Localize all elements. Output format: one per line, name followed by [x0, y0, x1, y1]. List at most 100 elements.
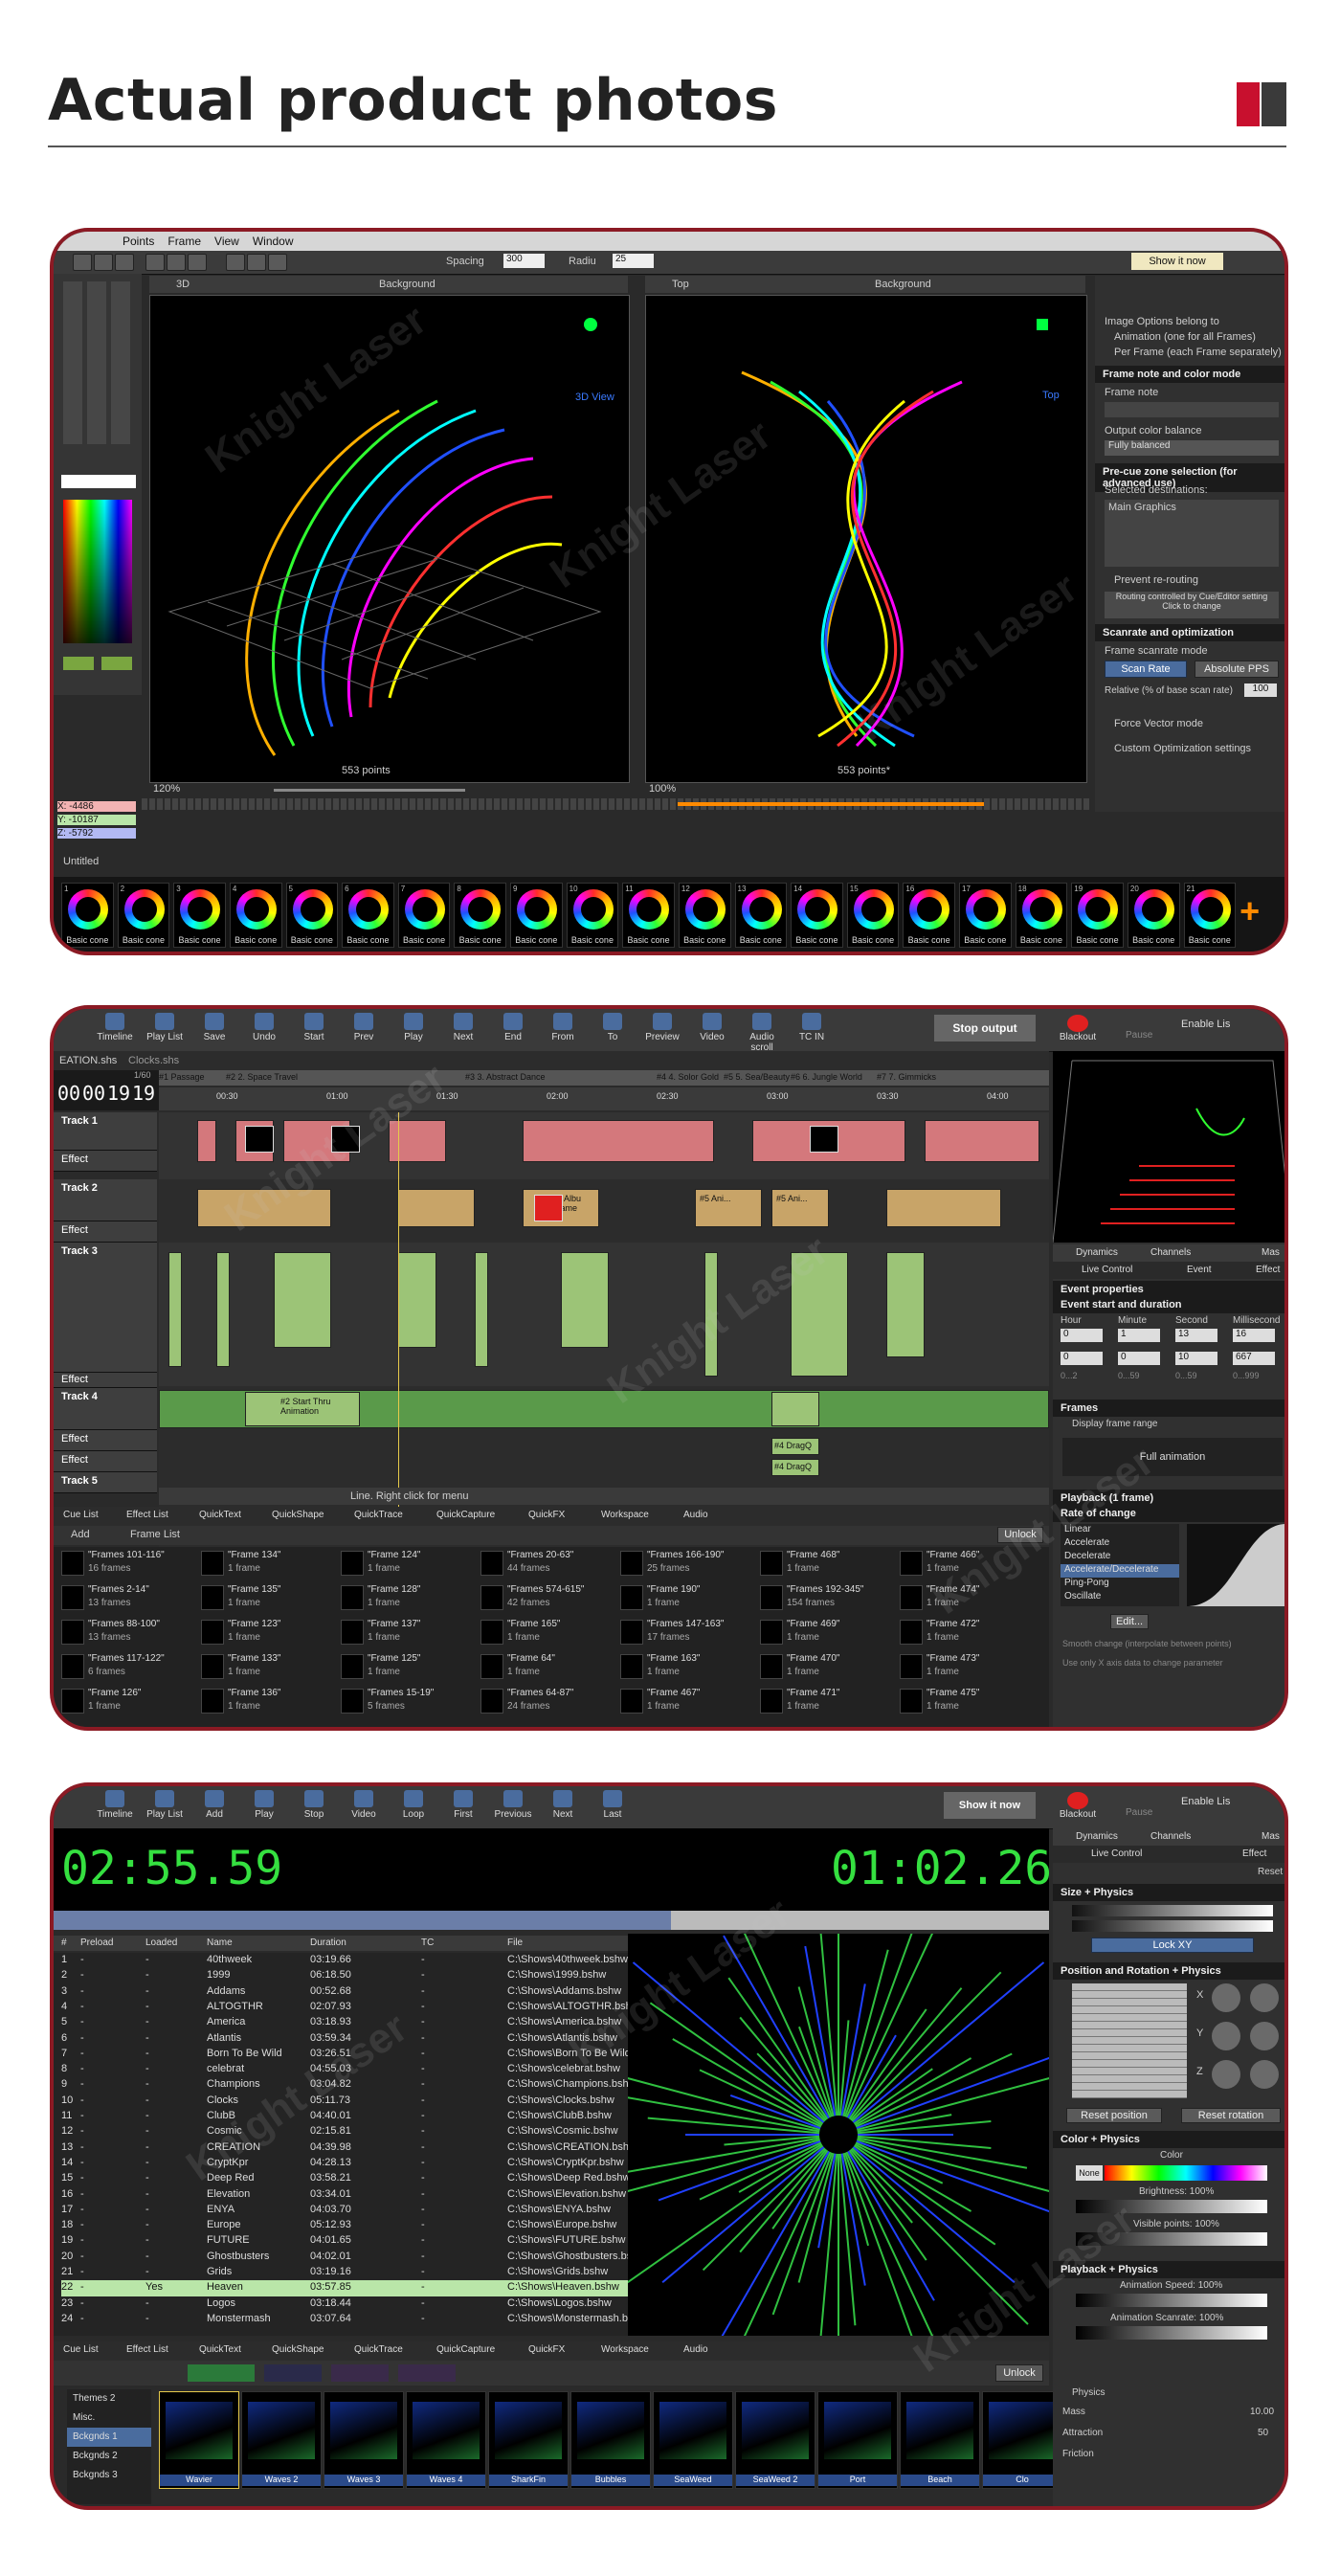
tab-quickshape[interactable]: QuickShape: [272, 1510, 324, 1520]
table-row[interactable]: 16- - Elevation 03:34.01- C:\Shows\Elevation…: [61, 2187, 636, 2203]
cue-item[interactable]: "Frame 467" 1 frame: [620, 1687, 754, 1715]
frame-note-input[interactable]: [1105, 402, 1279, 417]
timeline-marker[interactable]: #3 3. Abstract Dance: [465, 1072, 546, 1082]
cue-item[interactable]: "Frame 134" 1 frame: [201, 1549, 335, 1578]
clip[interactable]: #4 DragQ: [771, 1459, 819, 1476]
unlock-button[interactable]: Unlock: [995, 2364, 1043, 2382]
workspace-thumbnail[interactable]: Bubbles: [570, 2391, 651, 2489]
unlock-button[interactable]: Unlock: [997, 1527, 1043, 1543]
frame-list-button[interactable]: Frame List: [130, 1529, 180, 1540]
table-row[interactable]: 20- - Ghostbusters 04:02.01- C:\Shows\Ghostb…: [61, 2250, 645, 2265]
toolbar-button[interactable]: Play List: [142, 1788, 188, 1826]
cue-item[interactable]: "Frames 117-122" 6 frames: [61, 1652, 195, 1681]
animation-scanrate-slider[interactable]: [1076, 2326, 1267, 2340]
rotation-y2-knob[interactable]: [1250, 2022, 1279, 2050]
toolbar-button[interactable]: Next: [440, 1011, 486, 1049]
column-header[interactable]: #: [61, 1938, 67, 1948]
clip[interactable]: [886, 1252, 925, 1357]
toolbar-button[interactable]: First: [440, 1788, 486, 1826]
column-header[interactable]: Loaded: [145, 1938, 177, 1948]
event-duration-input[interactable]: 0: [1061, 1352, 1103, 1365]
toolbar-button[interactable]: Timeline: [92, 1788, 138, 1826]
curve-tool-icon[interactable]: [268, 254, 287, 271]
blackout-button[interactable]: Blackout: [1059, 1015, 1097, 1043]
frame-thumbnail[interactable]: 4 Basic cone: [229, 883, 282, 948]
table-row[interactable]: 5- - America 03:18.93- C:\Shows\America.bshw: [61, 2015, 636, 2030]
force-vector-checkbox[interactable]: Force Vector mode: [1114, 718, 1203, 729]
tab-master[interactable]: Mas: [1262, 1247, 1280, 1258]
rate-option[interactable]: Oscillate: [1061, 1591, 1179, 1604]
destination-main-graphics[interactable]: Main Graphics: [1105, 500, 1279, 515]
frame-thumbnail[interactable]: 18 Basic cone: [1015, 883, 1068, 948]
table-row[interactable]: 7- - Born To Be Wild 03:26.51- C:\Shows\Born…: [61, 2047, 651, 2062]
tab-creation[interactable]: EATION.shs: [59, 1055, 117, 1066]
color-none-button[interactable]: None: [1076, 2165, 1103, 2181]
tab-cue-list[interactable]: Cue List: [63, 1510, 99, 1520]
track-3-header[interactable]: Track 3: [54, 1243, 157, 1373]
reset-button[interactable]: Reset: [1258, 1867, 1283, 1877]
toolbar-button[interactable]: Timeline: [92, 1011, 138, 1049]
toolbar-button[interactable]: Loop: [391, 1788, 436, 1826]
menu-view[interactable]: View: [214, 235, 239, 248]
table-row[interactable]: 17- - ENYA 04:03.70- C:\Shows\ENYA.bshw: [61, 2203, 636, 2218]
clip[interactable]: [771, 1392, 819, 1426]
effect-spark-icon[interactable]: [398, 2364, 456, 2382]
table-row[interactable]: 1 - - 40thweek 03:19.66 - C:\Shows\40thweek.bs…: [61, 1953, 636, 1968]
view-3d-mode[interactable]: 3D: [176, 279, 190, 290]
tab-quickcapture[interactable]: QuickCapture: [436, 2344, 495, 2355]
toolbar-button[interactable]: Previous: [490, 1788, 536, 1826]
timeline-marker[interactable]: #1 Passage: [159, 1072, 205, 1082]
visible-points-slider[interactable]: [1076, 2232, 1267, 2246]
next-color-icon[interactable]: [101, 657, 132, 670]
attraction-value[interactable]: 50: [1258, 2428, 1268, 2438]
cue-item[interactable]: "Frame 475" 1 frame: [900, 1687, 1034, 1715]
toolbar-button[interactable]: Undo: [241, 1011, 287, 1049]
clip[interactable]: [168, 1252, 182, 1367]
column-header[interactable]: Name: [207, 1938, 233, 1948]
radius-input[interactable]: 25: [613, 254, 654, 268]
view-3d-zoom-slider[interactable]: [274, 789, 465, 792]
enable-list-label[interactable]: Enable Lis: [1181, 1796, 1230, 1807]
cue-item[interactable]: "Frames 2-14" 13 frames: [61, 1583, 195, 1612]
radio-animation[interactable]: Animation (one for all Frames): [1114, 331, 1256, 343]
table-row[interactable]: 13- - CREATION 04:39.98- C:\Shows\CREATION.b…: [61, 2140, 636, 2156]
clip[interactable]: [925, 1120, 1039, 1162]
table-row[interactable]: 24- - Monstermash 03:07.64- C:\Shows\Monster…: [61, 2312, 647, 2327]
tab-clocks[interactable]: Clocks.shs: [128, 1055, 179, 1066]
cue-item[interactable]: "Frame 136" 1 frame: [201, 1687, 335, 1715]
tab-workspace[interactable]: Workspace: [601, 2344, 649, 2355]
cue-item[interactable]: "Frames 166-190" 25 frames: [620, 1549, 754, 1578]
enable-list-label[interactable]: Enable Lis: [1181, 1019, 1230, 1030]
frame-thumbnail[interactable]: 10 Basic cone: [566, 883, 619, 948]
size-y-slider[interactable]: [1072, 1920, 1273, 1932]
size-physics-heading[interactable]: Size + Physics: [1053, 1884, 1284, 1901]
frame-thumbnail[interactable]: 1 Basic cone: [61, 883, 114, 948]
tab-audio[interactable]: Audio: [683, 2344, 708, 2355]
column-header[interactable]: File: [507, 1938, 523, 1948]
cue-item[interactable]: "Frame 124" 1 frame: [341, 1549, 475, 1578]
subtab-live-control[interactable]: Live Control: [1082, 1265, 1132, 1275]
copy-icon[interactable]: [167, 254, 186, 271]
tab-master[interactable]: Mas: [1262, 1831, 1280, 1842]
balance-select[interactable]: Fully balanced: [1105, 440, 1279, 456]
effect-sparkle-icon[interactable]: [331, 2364, 389, 2382]
rate-option[interactable]: Accelerate: [1061, 1537, 1179, 1551]
rate-option[interactable]: Accelerate/Decelerate: [1061, 1564, 1179, 1578]
event-duration-input[interactable]: 667: [1233, 1352, 1275, 1365]
stop-output-button[interactable]: Stop output: [934, 1015, 1036, 1042]
timeline-marker[interactable]: #5 5. Sea/Beauty: [724, 1072, 790, 1082]
cue-item[interactable]: "Frame 474" 1 frame: [900, 1583, 1034, 1612]
time-ruler[interactable]: 00:30 01:00 01:30 02:00 02:30 03:00 03:30 04:00: [159, 1087, 1049, 1110]
scanrate-heading[interactable]: Scanrate and optimization: [1095, 624, 1284, 641]
rate-list[interactable]: Linear Accelerate Decelerate Accelerate/Dec…: [1061, 1524, 1179, 1606]
workspace-page[interactable]: Bckgnds 1: [67, 2428, 151, 2447]
absolute-pps-button[interactable]: Absolute PPS: [1195, 661, 1279, 678]
toolbar-button[interactable]: Last: [590, 1788, 636, 1826]
frame-thumbnail[interactable]: 21 Basic cone: [1183, 883, 1237, 948]
frame-thumbnail[interactable]: 14 Basic cone: [791, 883, 843, 948]
toolbar-button[interactable]: Video: [689, 1011, 735, 1049]
cue-item[interactable]: "Frames 15-19" 5 frames: [341, 1687, 475, 1715]
workspace-page[interactable]: Themes 2: [67, 2389, 151, 2408]
cue-item[interactable]: "Frame 472" 1 frame: [900, 1618, 1034, 1646]
tab-channels[interactable]: Channels: [1150, 1247, 1191, 1258]
